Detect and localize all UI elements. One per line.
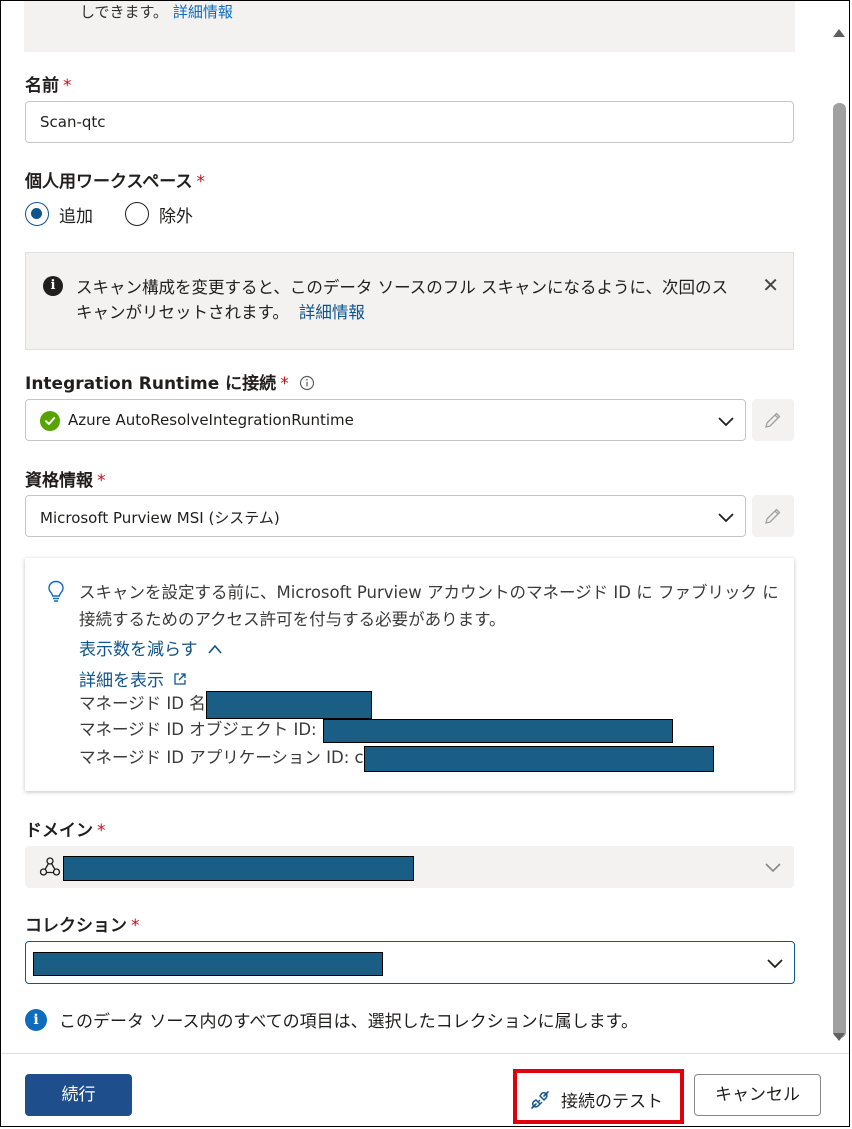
test-connection-content: 接続のテスト <box>529 1087 663 1112</box>
domain-icon <box>39 857 61 876</box>
redacted-value <box>63 856 414 881</box>
continue-button[interactable]: 続行 <box>25 1074 132 1116</box>
reset-info-message: スキャン構成を変更すると、このデータ ソースのフル スキャンになるように、次回の… <box>76 278 729 322</box>
footer-divider <box>1 1053 849 1054</box>
collection-dropdown[interactable] <box>25 941 795 984</box>
chevron-up-icon <box>208 644 222 654</box>
msi-note-card: スキャンを設定する前に、Microsoft Purview アカウントのマネージ… <box>25 558 794 791</box>
radio-include-label: 追加 <box>59 206 93 227</box>
domain-label: ドメイン * <box>25 821 106 841</box>
edit-credential-button[interactable] <box>752 495 794 537</box>
external-link-icon <box>174 673 187 685</box>
chevron-down-icon <box>718 513 734 523</box>
close-icon[interactable]: ✕ <box>762 275 779 295</box>
top-info-link[interactable]: 詳細情報 <box>173 3 233 21</box>
scroll-up-arrow-icon[interactable] <box>833 29 845 37</box>
radio-exclude[interactable]: 除外 <box>125 202 193 227</box>
integration-runtime-label: Integration Runtime に接続 * <box>25 369 315 394</box>
scrollbar[interactable] <box>830 21 848 1051</box>
redacted-value <box>322 718 673 743</box>
scrollbar-thumb[interactable] <box>833 103 846 1038</box>
msi-object-id-row: マネージド ID オブジェクト ID: <box>79 716 673 743</box>
top-info-text: しできます。 詳細情報 <box>80 3 233 21</box>
msi-name-row: マネージド ID 名 <box>79 690 372 719</box>
redacted-value <box>363 745 714 772</box>
chevron-down-icon <box>767 959 783 969</box>
msi-app-id-row: マネージド ID アプリケーション ID: c <box>79 744 714 772</box>
plug-icon <box>531 1090 549 1109</box>
test-connection-label: 接続のテスト <box>561 1092 663 1112</box>
check-circle-icon <box>40 411 60 431</box>
redacted-value <box>33 952 383 976</box>
required-marker: * <box>280 374 289 394</box>
personal-workspace-label: 個人用ワークスペース * <box>25 172 205 192</box>
required-marker: * <box>131 916 140 936</box>
name-value: Scan-qtc <box>40 113 106 131</box>
collection-info: i このデータ ソース内のすべての項目は、選択したコレクションに属します。 <box>25 1007 638 1032</box>
redacted-value <box>205 690 372 719</box>
chevron-down-icon <box>765 863 781 873</box>
cancel-button[interactable]: キャンセル <box>694 1074 821 1116</box>
edit-runtime-button[interactable] <box>752 399 794 441</box>
radio-include[interactable]: 追加 <box>25 202 93 227</box>
credential-value: Microsoft Purview MSI (システム) <box>40 509 280 527</box>
integration-runtime-value: Azure AutoResolveIntegrationRuntime <box>68 411 354 429</box>
collection-label: コレクション * <box>25 916 140 936</box>
radio-exclude-label: 除外 <box>159 206 193 227</box>
integration-runtime-dropdown[interactable]: Azure AutoResolveIntegrationRuntime <box>25 399 746 441</box>
reset-info-bar: i スキャン構成を変更すると、このデータ ソースのフル スキャンになるように、次… <box>25 252 794 350</box>
info-outline-icon[interactable] <box>299 375 315 391</box>
lightbulb-icon <box>48 580 64 602</box>
pencil-icon <box>765 508 781 524</box>
msi-note-text: スキャンを設定する前に、Microsoft Purview アカウントのマネージ… <box>79 583 779 629</box>
radio-include-indicator[interactable] <box>25 202 49 226</box>
top-info-box: しできます。 詳細情報 <box>24 1 795 52</box>
required-marker: * <box>97 471 106 491</box>
scroll-down-arrow-icon[interactable] <box>833 1033 845 1041</box>
domain-dropdown[interactable] <box>25 846 794 888</box>
required-marker: * <box>196 172 205 192</box>
test-connection-button[interactable]: 接続のテスト <box>513 1069 684 1124</box>
collection-info-text: このデータ ソース内のすべての項目は、選択したコレクションに属します。 <box>59 1012 638 1032</box>
required-marker: * <box>63 76 72 96</box>
show-less-link[interactable]: 表示数を減らす <box>79 635 223 660</box>
info-icon: i <box>43 276 63 296</box>
name-input[interactable]: Scan-qtc <box>25 101 794 143</box>
chevron-down-icon <box>718 417 734 427</box>
details-link[interactable]: 詳細を表示 <box>79 666 187 691</box>
name-label: 名前 * <box>25 76 72 96</box>
credential-dropdown[interactable]: Microsoft Purview MSI (システム) <box>25 495 746 537</box>
reset-info-link[interactable]: 詳細情報 <box>299 303 365 322</box>
required-marker: * <box>97 821 106 841</box>
scan-settings-panel: しできます。 詳細情報 名前 * Scan-qtc 個人用ワークスペース * 追加 … <box>0 0 850 1127</box>
info-icon: i <box>25 1008 47 1031</box>
credential-label: 資格情報 * <box>25 471 106 491</box>
radio-exclude-indicator[interactable] <box>125 202 149 226</box>
pencil-icon <box>765 412 781 428</box>
personal-workspace-radio-group: 追加 除外 <box>25 199 225 229</box>
